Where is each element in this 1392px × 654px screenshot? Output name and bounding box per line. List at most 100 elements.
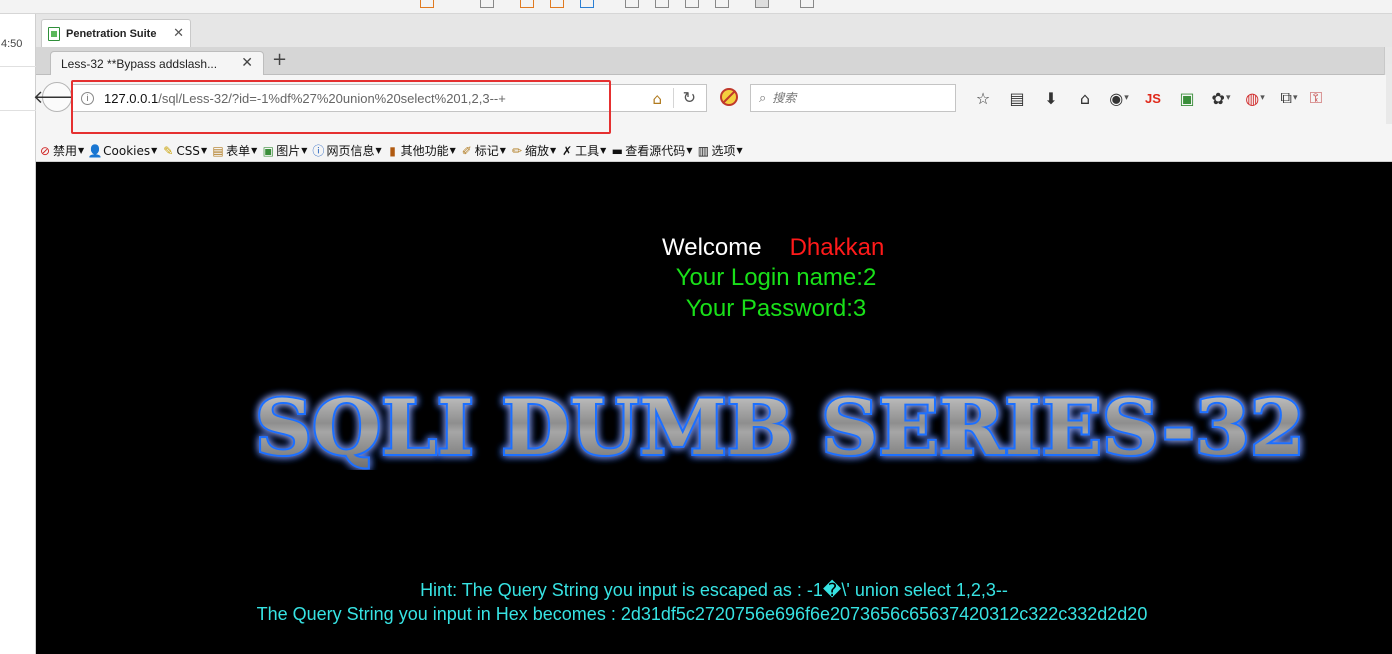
caret-down-icon: ▼ <box>600 146 607 155</box>
responsive-icon[interactable]: ⧉ <box>1272 86 1306 110</box>
bookmark-star-icon[interactable]: ☆ <box>966 86 1000 110</box>
os-top-strip <box>0 0 1392 14</box>
close-icon[interactable]: ✕ <box>173 26 184 41</box>
welcome-text: Welcome <box>662 234 762 261</box>
no-entry-icon: ⊘ <box>39 143 51 158</box>
home-icon[interactable]: ⌂ <box>1068 86 1102 110</box>
page-content: Welcome Dhakkan Your Login name:2 Your Pa… <box>36 162 1392 654</box>
user-name: Dhakkan <box>789 234 885 261</box>
sqli-logo-graphic: SQLI DUMB SERIES-32 <box>253 381 1307 474</box>
caret-down-icon: ▼ <box>251 146 258 155</box>
os-toolbar-icon[interactable] <box>520 0 534 8</box>
browser-window: Penetration Suite ✕ Less-32 **Bypass add… <box>33 14 1392 654</box>
os-toolbar-icon[interactable] <box>685 0 699 8</box>
os-toolbar-icon[interactable] <box>715 0 729 8</box>
reading-list-icon[interactable]: ▤ <box>1000 86 1034 110</box>
divider <box>0 66 36 67</box>
palette-icon[interactable]: ✿ <box>1204 86 1238 110</box>
noscript-icon[interactable] <box>720 88 738 106</box>
os-toolbar-icon[interactable] <box>625 0 639 8</box>
web-developer-toolbar: ⊘ 禁用 ▼ 👤 Cookies ▼ ✎ CSS ▼ ▤ 表单 ▼ ▣ 图片 ▼ ⓘ 网页信息 ▼ ▮ 其… <box>36 140 1392 162</box>
login-name-text: Your Login name:2 <box>675 264 877 291</box>
dev-menu-tools[interactable]: ✗ 工具 ▼ <box>560 142 606 159</box>
app-tab-strip: Penetration Suite ✕ <box>36 14 1392 47</box>
caret-down-icon: ▼ <box>301 146 308 155</box>
dev-menu-css[interactable]: ✎ CSS ▼ <box>161 144 207 158</box>
caret-down-icon: ▼ <box>549 146 557 155</box>
reload-icon[interactable]: ↻ <box>683 88 696 107</box>
url-bar[interactable]: i 127.0.0.1/sql/Less-32/?id=-1%df%27%20u… <box>72 84 707 112</box>
terminal-icon: ▬ <box>611 143 623 158</box>
form-icon: ▤ <box>212 143 224 158</box>
image-icon: ▣ <box>262 143 274 158</box>
dev-menu-forms[interactable]: ▤ 表单 ▼ <box>211 142 257 159</box>
os-toolbar-icon[interactable] <box>420 0 434 8</box>
os-toolbar-icon[interactable] <box>800 0 814 8</box>
search-input[interactable] <box>772 91 933 105</box>
tools-icon: ✗ <box>562 143 573 158</box>
divider <box>673 88 674 108</box>
caret-down-icon: ▼ <box>151 146 158 155</box>
search-bar[interactable]: ⌕ <box>750 84 956 112</box>
dev-menu-resize[interactable]: ✏ 缩放 ▼ <box>510 142 556 159</box>
dev-menu-cookies[interactable]: 👤 Cookies ▼ <box>87 143 158 158</box>
navigation-toolbar: 🡐 i 127.0.0.1/sql/Less-32/?id=-1%df%27%2… <box>33 76 1392 134</box>
dev-menu-disable[interactable]: ⊘ 禁用 ▼ <box>38 142 84 159</box>
password-text: Your Password:3 <box>685 295 867 322</box>
js-icon[interactable]: JS <box>1136 86 1170 110</box>
logo-text: SQLI DUMB SERIES-32 <box>255 384 1305 470</box>
os-toolbar-icon[interactable] <box>550 0 564 8</box>
user-icon: 👤 <box>87 143 103 158</box>
globe-icon[interactable]: ◉ <box>1102 86 1136 110</box>
dev-menu-view-source[interactable]: ▬ 查看源代码 ▼ <box>610 142 693 159</box>
dev-menu-page-info[interactable]: ⓘ 网页信息 ▼ <box>311 142 381 159</box>
home-icon[interactable]: ⌂ <box>652 90 662 108</box>
back-button[interactable]: 🡐 <box>33 82 81 112</box>
pencil-icon: ✐ <box>461 143 472 158</box>
options-icon: ▥ <box>697 143 710 158</box>
caret-down-icon: ▼ <box>736 146 743 155</box>
os-toolbar-icon[interactable] <box>755 0 769 8</box>
app-title: Penetration Suite <box>66 27 157 40</box>
caret-down-icon: ▼ <box>686 146 693 155</box>
close-icon[interactable]: ✕ <box>241 55 253 71</box>
toolbar-scrollbar[interactable] <box>1386 64 1392 124</box>
image-tool-icon[interactable]: ▣ <box>1170 86 1204 110</box>
download-icon[interactable]: ⬇ <box>1034 86 1068 110</box>
url-text[interactable]: 127.0.0.1/sql/Less-32/?id=-1%df%27%20uni… <box>104 91 506 106</box>
info-icon[interactable]: i <box>81 91 94 105</box>
dev-menu-options[interactable]: ▥ 选项 ▼ <box>696 142 743 159</box>
sqli-logo: SQLI DUMB SERIES-32 <box>248 381 1312 474</box>
clock-text: 4:50 <box>1 38 23 50</box>
os-toolbar-icon[interactable] <box>580 0 594 8</box>
wand-icon: ✎ <box>163 143 174 158</box>
hackbar-icon[interactable]: ◍ <box>1238 86 1272 110</box>
book-icon: ▮ <box>389 143 396 158</box>
caret-down-icon: ▼ <box>375 146 382 155</box>
os-toolbar-icon[interactable] <box>655 0 669 8</box>
left-side-panel: 4:50 <box>0 14 36 654</box>
url-host: 127.0.0.1 <box>104 90 159 106</box>
hint-escaped-text: Hint: The Query String you input is esca… <box>420 580 1008 600</box>
app-tab[interactable]: Penetration Suite ✕ <box>41 19 191 47</box>
tab-strip: Less-32 **Bypass addslash... ✕ + <box>36 47 1392 75</box>
divider <box>0 110 36 111</box>
caret-down-icon: ▼ <box>449 146 456 155</box>
caret-down-icon: ▼ <box>200 146 208 155</box>
key-icon[interactable]: ⚿ <box>1306 86 1326 110</box>
dev-menu-outline[interactable]: ✐ 标记 ▼ <box>460 142 506 159</box>
dev-menu-misc[interactable]: ▮ 其他功能 ▼ <box>386 142 456 159</box>
resize-icon: ✏ <box>511 143 522 158</box>
dev-menu-images[interactable]: ▣ 图片 ▼ <box>261 142 308 159</box>
caret-down-icon: ▼ <box>499 146 506 155</box>
info-icon: ⓘ <box>312 144 325 158</box>
tab-label: Less-32 **Bypass addslash... <box>61 56 218 71</box>
url-path: /sql/Less-32/?id=-1%df%27%20union%20sele… <box>158 90 506 106</box>
new-tab-button[interactable]: + <box>272 50 287 70</box>
welcome-line: Welcome Dhakkan <box>662 234 884 262</box>
document-icon <box>48 26 60 41</box>
os-toolbar-icon[interactable] <box>480 0 494 8</box>
caret-down-icon: ▼ <box>78 146 85 155</box>
tab-less-32[interactable]: Less-32 **Bypass addslash... ✕ <box>50 51 264 75</box>
hint-hex-text: The Query String you input in Hex become… <box>256 604 1148 624</box>
